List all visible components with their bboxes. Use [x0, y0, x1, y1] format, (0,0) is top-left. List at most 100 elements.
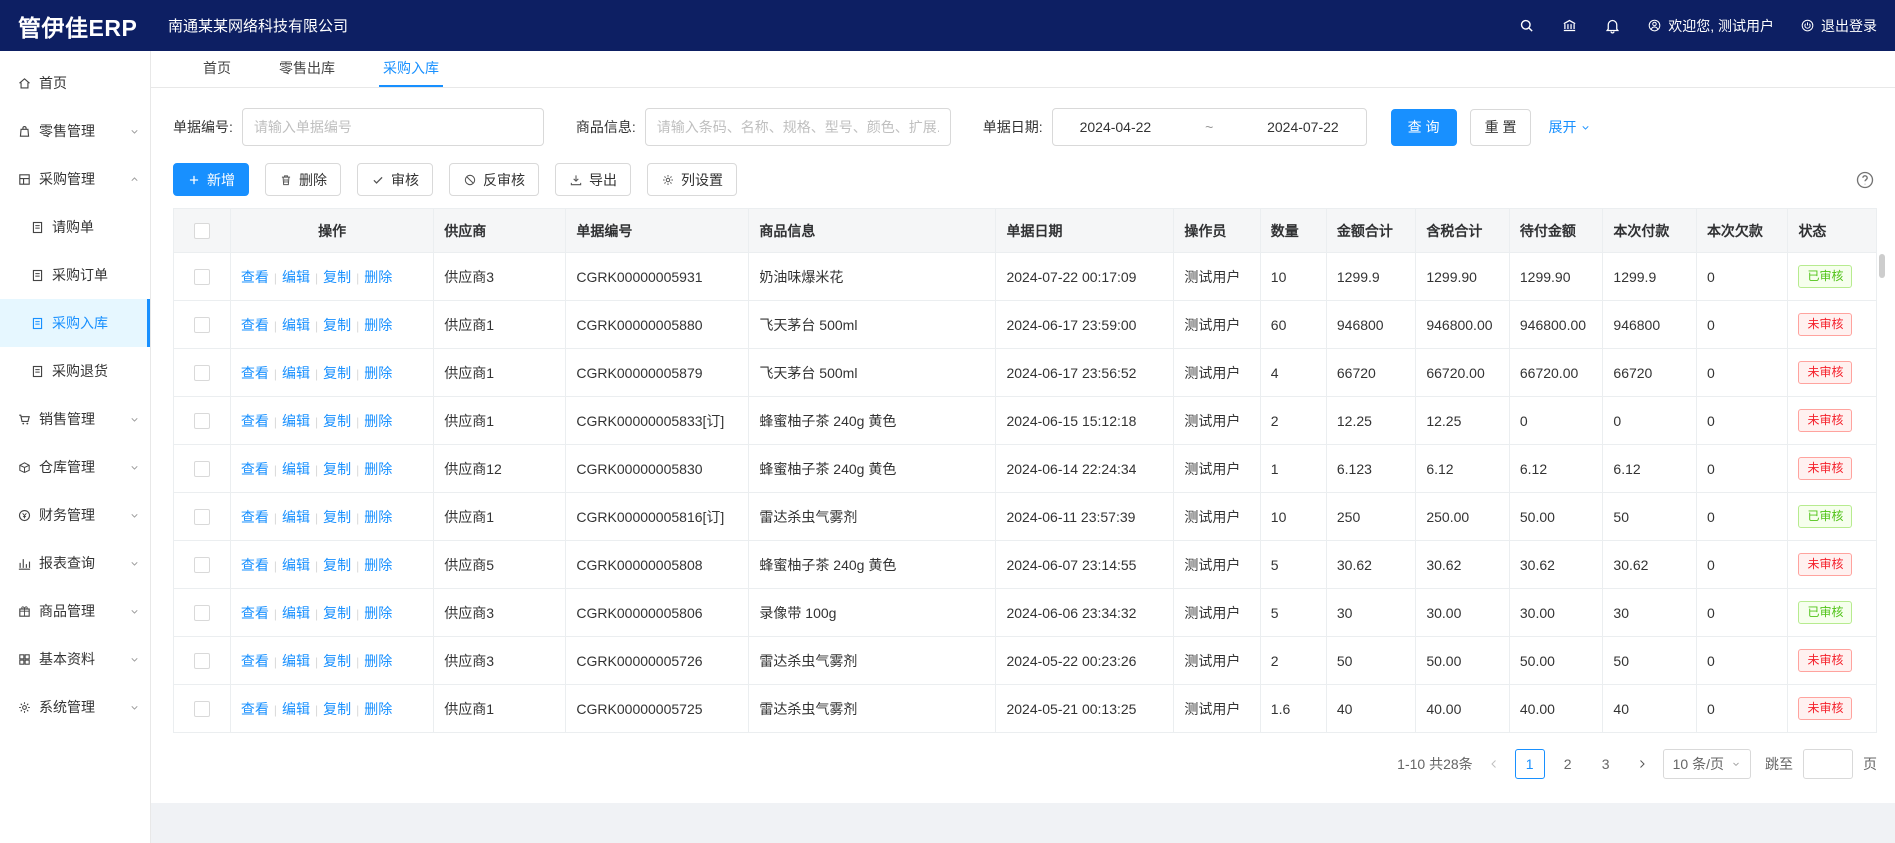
row-action-delete[interactable]: 删除 [364, 509, 392, 525]
search-button[interactable]: 查 询 [1391, 109, 1457, 146]
row-action-copy[interactable]: 复制 [323, 365, 351, 381]
date-to-value[interactable]: 2024-07-22 [1267, 119, 1339, 135]
row-checkbox[interactable] [194, 557, 210, 573]
sidebar-item-retail[interactable]: 零售管理 [0, 107, 150, 155]
row-action-delete[interactable]: 删除 [364, 461, 392, 477]
row-action-edit[interactable]: 编辑 [282, 701, 310, 717]
sidebar-item-home[interactable]: 首页 [0, 59, 150, 107]
row-action-view[interactable]: 查看 [241, 653, 269, 669]
row-action-view[interactable]: 查看 [241, 605, 269, 621]
row-action-view[interactable]: 查看 [241, 317, 269, 333]
sidebar-item-goods[interactable]: 商品管理 [0, 587, 150, 635]
sidebar-item-label: 销售管理 [39, 409, 95, 429]
sidebar-item-finance[interactable]: 财务管理 [0, 491, 150, 539]
sidebar-item-purchase-inbound[interactable]: 采购入库 [0, 299, 150, 347]
row-action-edit[interactable]: 编辑 [282, 365, 310, 381]
column-settings-button[interactable]: 列设置 [647, 163, 737, 196]
row-action-delete[interactable]: 删除 [364, 317, 392, 333]
row-checkbox[interactable] [194, 653, 210, 669]
row-action-delete[interactable]: 删除 [364, 701, 392, 717]
audit-button[interactable]: 审核 [357, 163, 433, 196]
row-checkbox[interactable] [194, 461, 210, 477]
row-action-delete[interactable]: 删除 [364, 557, 392, 573]
welcome-user[interactable]: 欢迎您, 测试用户 [1647, 16, 1774, 36]
add-button[interactable]: 新增 [173, 163, 249, 196]
action-separator: | [274, 415, 277, 429]
row-action-view[interactable]: 查看 [241, 365, 269, 381]
row-supplier: 供应商1 [434, 397, 566, 445]
row-checkbox[interactable] [194, 413, 210, 429]
delete-button[interactable]: 删除 [265, 163, 341, 196]
row-action-edit[interactable]: 编辑 [282, 605, 310, 621]
row-action-delete[interactable]: 删除 [364, 653, 392, 669]
sidebar-item-purchase-return[interactable]: 采购退货 [0, 347, 150, 395]
sidebar-item-basic[interactable]: 基本资料 [0, 635, 150, 683]
row-checkbox[interactable] [194, 317, 210, 333]
page-2[interactable]: 2 [1553, 749, 1583, 779]
row-action-view[interactable]: 查看 [241, 413, 269, 429]
row-action-delete[interactable]: 删除 [364, 269, 392, 285]
row-action-view[interactable]: 查看 [241, 701, 269, 717]
prev-page-icon[interactable] [1483, 758, 1505, 770]
tab-retail-outbound[interactable]: 零售出库 [275, 51, 339, 87]
jump-page-input[interactable] [1803, 749, 1853, 779]
sidebar-item-sales[interactable]: 销售管理 [0, 395, 150, 443]
row-action-copy[interactable]: 复制 [323, 509, 351, 525]
row-action-edit[interactable]: 编辑 [282, 509, 310, 525]
row-checkbox[interactable] [194, 509, 210, 525]
row-action-view[interactable]: 查看 [241, 509, 269, 525]
row-action-copy[interactable]: 复制 [323, 269, 351, 285]
sidebar-item-report[interactable]: 报表查询 [0, 539, 150, 587]
row-checkbox[interactable] [194, 605, 210, 621]
tab-purchase-inbound[interactable]: 采购入库 [379, 51, 443, 87]
reset-button[interactable]: 重 置 [1470, 109, 1532, 146]
sidebar-item-system[interactable]: 系统管理 [0, 683, 150, 731]
date-range-picker[interactable]: 2024-04-22 ~ 2024-07-22 [1052, 108, 1367, 146]
row-bill-no: CGRK00000005931 [566, 253, 749, 301]
bill-no-input[interactable] [242, 108, 544, 146]
row-action-edit[interactable]: 编辑 [282, 557, 310, 573]
row-action-edit[interactable]: 编辑 [282, 653, 310, 669]
row-action-edit[interactable]: 编辑 [282, 461, 310, 477]
help-icon[interactable] [1855, 170, 1875, 190]
sidebar-item-purchase-request[interactable]: 请购单 [0, 203, 150, 251]
row-action-edit[interactable]: 编辑 [282, 269, 310, 285]
row-action-delete[interactable]: 删除 [364, 605, 392, 621]
unaudit-button[interactable]: 反审核 [449, 163, 539, 196]
sidebar-item-warehouse[interactable]: 仓库管理 [0, 443, 150, 491]
row-action-copy[interactable]: 复制 [323, 701, 351, 717]
expand-link[interactable]: 展开 [1548, 117, 1591, 137]
row-checkbox[interactable] [194, 365, 210, 381]
tab-home[interactable]: 首页 [199, 51, 235, 87]
row-action-copy[interactable]: 复制 [323, 317, 351, 333]
row-action-delete[interactable]: 删除 [364, 413, 392, 429]
page-size-select[interactable]: 10 条/页 [1663, 749, 1751, 779]
date-from-value[interactable]: 2024-04-22 [1080, 119, 1152, 135]
sidebar-item-purchase-order[interactable]: 采购订单 [0, 251, 150, 299]
row-action-edit[interactable]: 编辑 [282, 413, 310, 429]
page-1[interactable]: 1 [1515, 749, 1545, 779]
select-all-checkbox[interactable] [194, 223, 210, 239]
export-button[interactable]: 导出 [555, 163, 631, 196]
row-checkbox[interactable] [194, 269, 210, 285]
row-action-view[interactable]: 查看 [241, 461, 269, 477]
row-action-copy[interactable]: 复制 [323, 653, 351, 669]
table-scrollbar-thumb[interactable] [1879, 254, 1885, 278]
sidebar-item-purchase[interactable]: 采购管理 [0, 155, 150, 203]
row-action-copy[interactable]: 复制 [323, 461, 351, 477]
row-action-copy[interactable]: 复制 [323, 413, 351, 429]
page-3[interactable]: 3 [1591, 749, 1621, 779]
row-action-edit[interactable]: 编辑 [282, 317, 310, 333]
bell-icon[interactable] [1604, 17, 1621, 34]
row-checkbox[interactable] [194, 701, 210, 717]
row-action-delete[interactable]: 删除 [364, 365, 392, 381]
product-input[interactable] [645, 108, 951, 146]
search-icon[interactable] [1518, 17, 1535, 34]
bank-icon[interactable] [1561, 17, 1578, 34]
row-action-view[interactable]: 查看 [241, 269, 269, 285]
next-page-icon[interactable] [1631, 758, 1653, 770]
row-action-view[interactable]: 查看 [241, 557, 269, 573]
row-action-copy[interactable]: 复制 [323, 557, 351, 573]
logout-button[interactable]: 退出登录 [1800, 16, 1877, 36]
row-action-copy[interactable]: 复制 [323, 605, 351, 621]
